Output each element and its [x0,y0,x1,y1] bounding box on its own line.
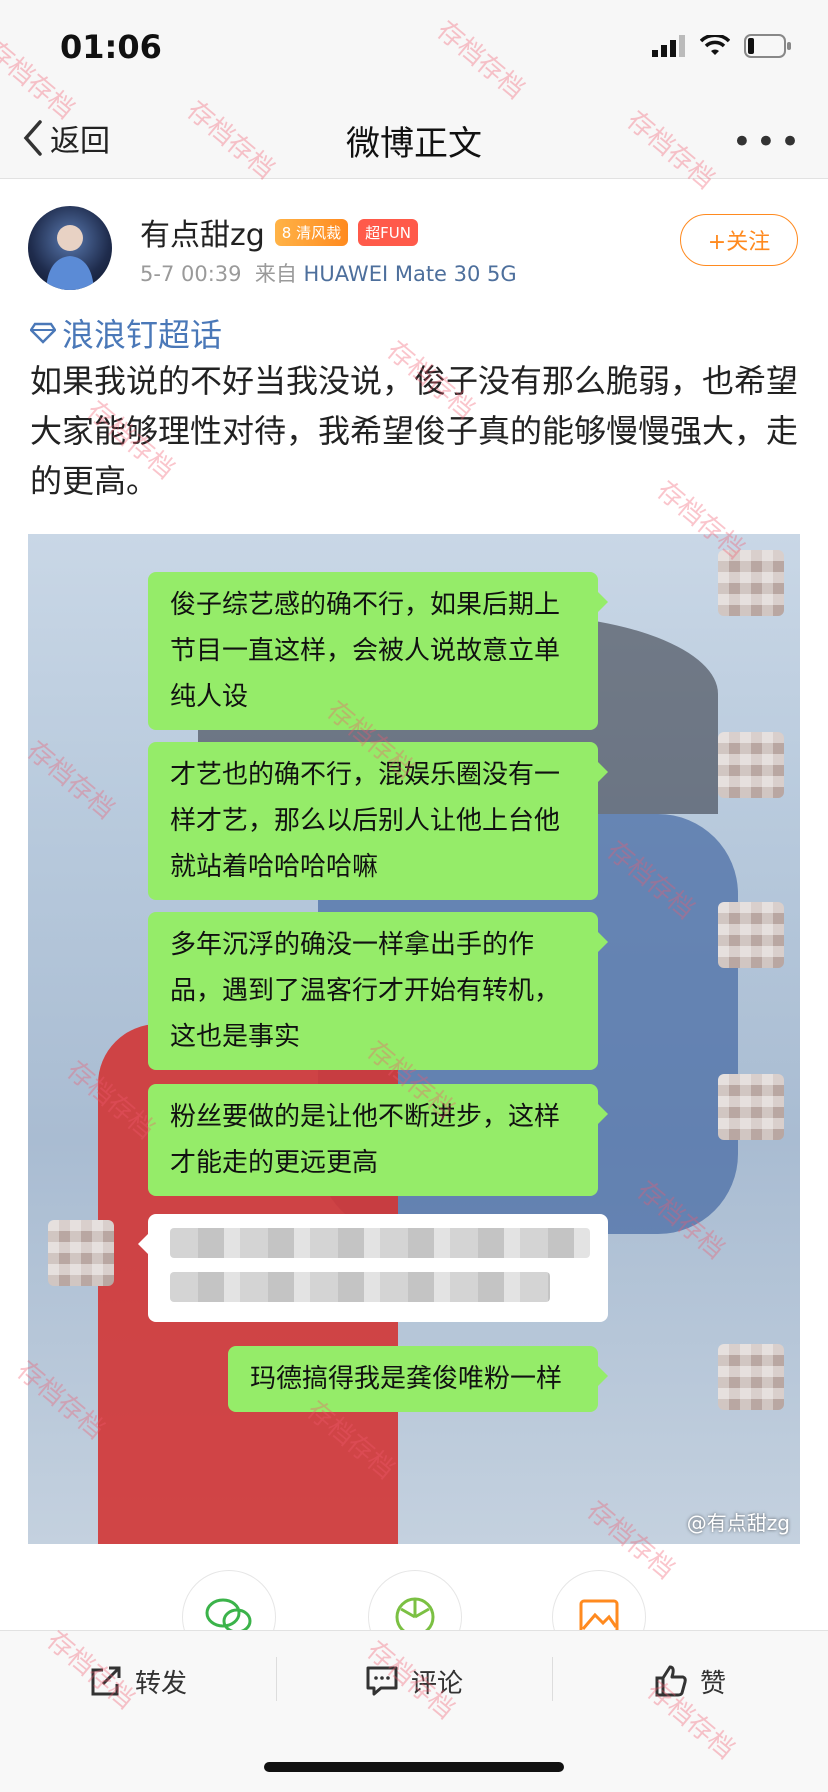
chat-avatar [718,1344,784,1410]
more-button[interactable]: ••• [732,122,804,162]
fan-badge: 8 清风裁 [274,218,349,246]
image-watermark: @有点甜zg [686,1511,790,1535]
battery-icon [744,34,791,58]
chat-bubble: 多年沉浮的确没一样拿出手的作品，遇到了温客行才开始有转机，这也是事实 [148,912,608,1070]
like-button[interactable]: 赞 [552,1631,828,1731]
page-title: 微博正文 [346,124,482,164]
status-bar: 01:06 [0,0,828,100]
blurred-text [170,1272,550,1302]
chat-avatar [718,732,784,798]
status-icons [652,34,792,58]
bottom-toolbar: 转发 评论 赞 [0,1630,828,1731]
nav-bar: 返回 微博正文 ••• [0,100,828,179]
avatar-figure-icon [46,225,94,290]
author-name[interactable]: 有点甜zg [140,210,265,254]
comment-button[interactable]: 评论 [276,1631,552,1731]
topic-label: 浪浪钉超话 [62,316,223,354]
diamond-icon [30,322,56,344]
chat-bubble: 俊子综艺感的确不行，如果后期上节目一直这样，会被人说故意立单纯人设 [148,572,608,730]
home-indicator-area [0,1730,828,1792]
wifi-icon [700,35,730,55]
follow-button[interactable]: +关注 [680,214,798,266]
chat-bubble: 玛德搞得我是龚俊唯粉一样 [228,1346,608,1412]
chat-bubble: 粉丝要做的是让他不断进步，这样才能走的更远更高 [148,1084,608,1196]
badge-level: 8 [281,223,292,242]
repost-button[interactable]: 转发 [0,1631,276,1731]
repost-label: 转发 [134,1668,187,1699]
badge-label: 清风裁 [296,223,342,242]
thumbs-up-icon [655,1665,687,1697]
signal-icon [652,35,685,57]
device-link[interactable]: HUAWEI Mate 30 5G [304,262,517,286]
chat-bubble: 才艺也的确不行，混娱乐圈没有一样才艺，那么以后别人让他上台他就站着哈哈哈哈嘛 [148,742,608,900]
post-time: 5-7 00:39 [140,262,242,286]
chat-avatar [48,1220,114,1286]
status-time: 01:06 [60,28,162,66]
from-label: 来自 [254,262,297,286]
chat-avatar [718,550,784,616]
post-image[interactable]: 俊子综艺感的确不行，如果后期上节目一直这样，会被人说故意立单纯人设 才艺也的确不… [28,534,800,1544]
avatar[interactable] [28,206,112,290]
comment-icon [366,1666,398,1696]
comment-label: 评论 [410,1668,463,1699]
repost-icon [91,1666,121,1696]
home-indicator[interactable] [264,1762,564,1772]
chat-avatar [718,902,784,968]
topic-link[interactable]: 浪浪钉超话 [30,310,222,356]
chat-avatar [718,1074,784,1140]
like-label: 赞 [699,1668,726,1699]
blurred-text [170,1228,590,1258]
post-text: 如果我说的不好当我没说，俊子没有那么脆弱，也希望大家能够理性对待，我希望俊子真的… [30,362,799,500]
post-meta: 5-7 00:39 来自 HUAWEI Mate 30 5G [140,258,517,288]
super-fun-badge: 超FUN [358,218,418,246]
chat-bubble-blurred [138,1214,608,1322]
author-row: 有点甜zg 8 清风裁 超FUN [140,210,418,254]
